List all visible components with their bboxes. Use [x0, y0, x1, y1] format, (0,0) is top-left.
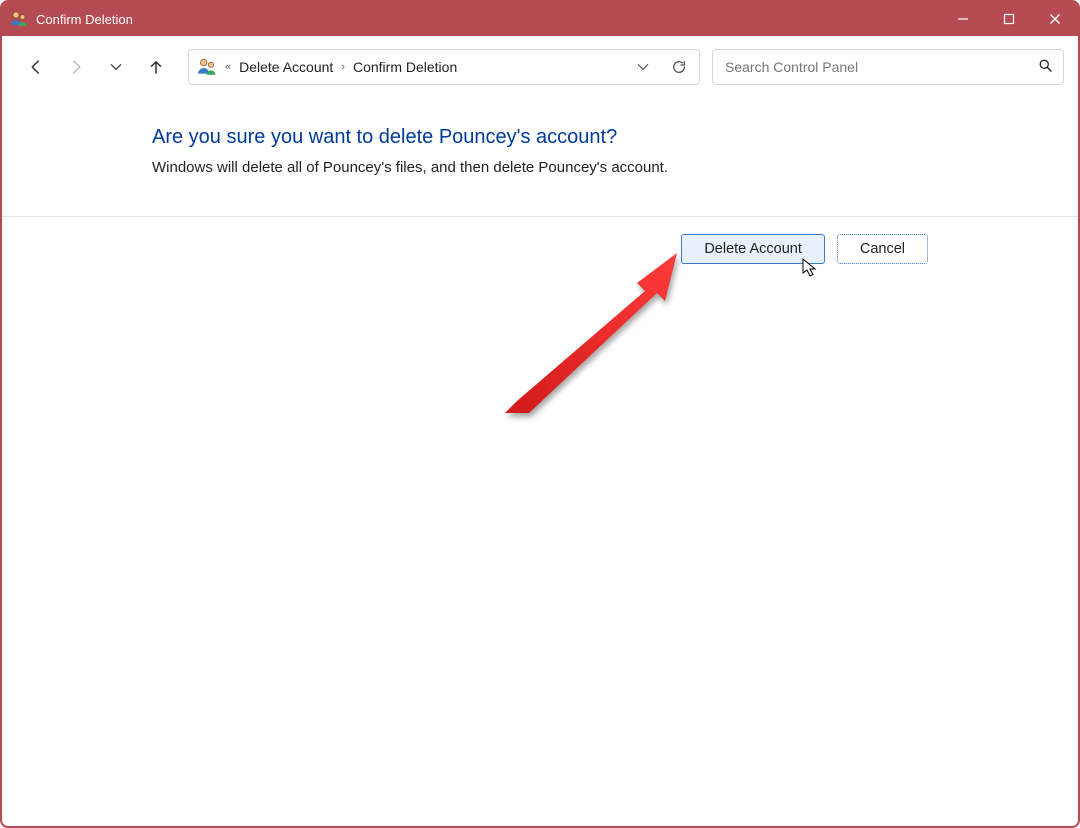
user-accounts-icon — [10, 10, 28, 28]
up-button[interactable] — [136, 47, 176, 87]
recent-locations-button[interactable] — [96, 47, 136, 87]
navigation-toolbar: « Delete Account › Confirm Deletion — [2, 36, 1078, 98]
breadcrumb-overflow-icon[interactable]: « — [225, 61, 231, 73]
address-dropdown-button[interactable] — [629, 53, 657, 81]
content-area: Are you sure you want to delete Pouncey'… — [2, 98, 1078, 826]
window-title: Confirm Deletion — [36, 12, 940, 27]
annotation-arrow-icon — [505, 253, 685, 413]
cancel-button[interactable]: Cancel — [837, 234, 928, 264]
search-box[interactable] — [712, 49, 1064, 85]
page-subtext: Windows will delete all of Pouncey's fil… — [152, 159, 1078, 176]
page-heading: Are you sure you want to delete Pouncey'… — [152, 126, 1078, 149]
refresh-button[interactable] — [665, 53, 693, 81]
search-icon[interactable] — [1038, 58, 1053, 76]
close-button[interactable] — [1032, 2, 1078, 36]
maximize-button[interactable] — [986, 2, 1032, 36]
search-input[interactable] — [723, 58, 1038, 76]
button-row: Delete Account Cancel — [2, 234, 1078, 264]
window-frame: Confirm Deletion — [0, 0, 1080, 828]
forward-button[interactable] — [56, 47, 96, 87]
address-bar[interactable]: « Delete Account › Confirm Deletion — [188, 49, 700, 85]
delete-account-button[interactable]: Delete Account — [681, 234, 825, 264]
breadcrumb-segment-delete-account[interactable]: Delete Account — [239, 59, 333, 75]
user-accounts-icon — [197, 57, 217, 77]
minimize-button[interactable] — [940, 2, 986, 36]
section-divider — [2, 216, 1078, 217]
title-bar: Confirm Deletion — [2, 2, 1078, 36]
chevron-right-icon: › — [341, 61, 345, 73]
back-button[interactable] — [16, 47, 56, 87]
breadcrumb-segment-confirm-deletion[interactable]: Confirm Deletion — [353, 59, 457, 75]
